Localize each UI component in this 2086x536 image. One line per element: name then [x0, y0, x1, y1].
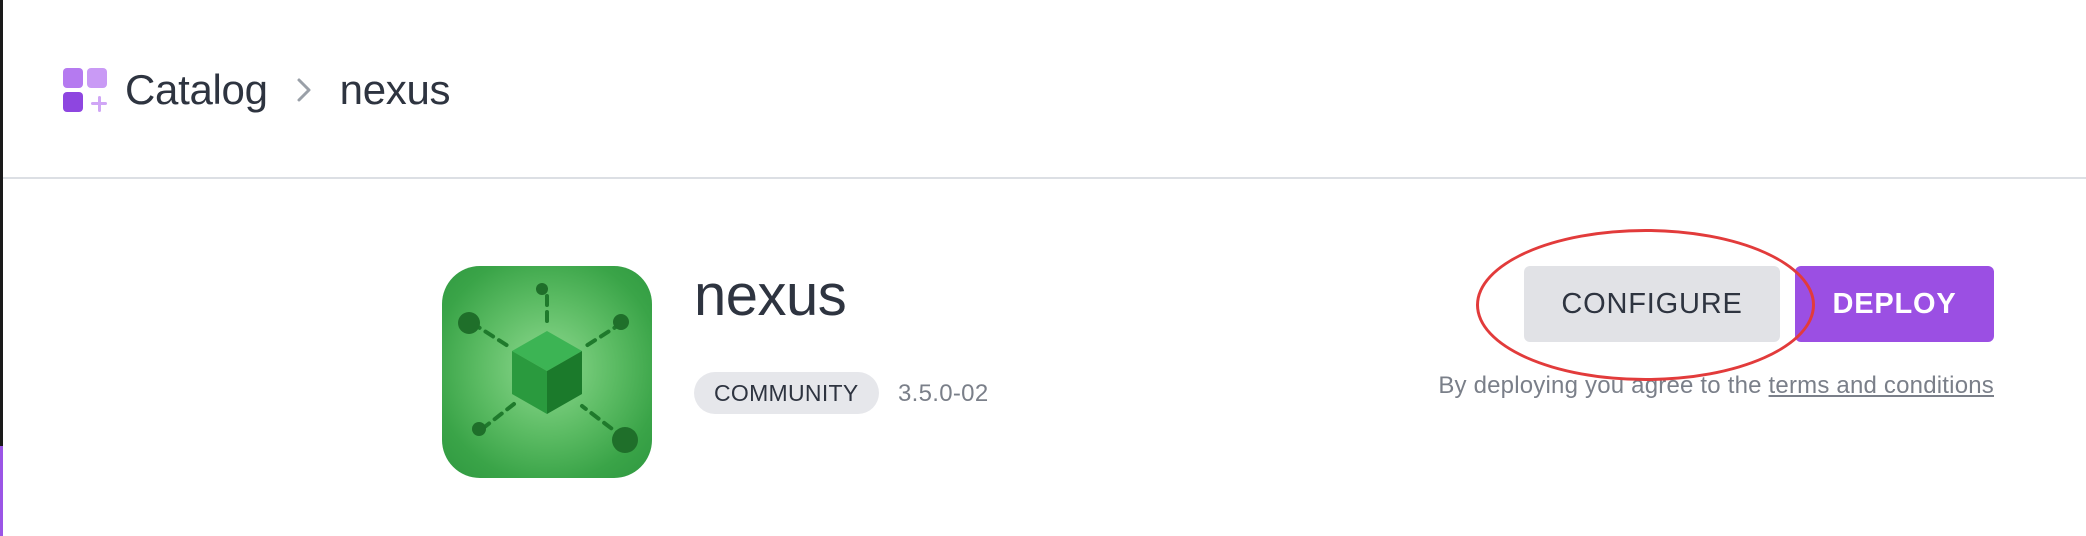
nexus-cube-icon — [442, 266, 652, 478]
page-header: Catalog nexus — [3, 0, 2086, 179]
agreement-prefix: By deploying you agree to the — [1438, 372, 1762, 399]
left-rail-active-indicator — [0, 446, 3, 536]
breadcrumb-catalog-link[interactable]: Catalog — [125, 66, 268, 114]
version-label: 3.5.0-02 — [898, 380, 989, 407]
terms-link[interactable]: terms and conditions — [1769, 372, 1994, 399]
agreement-text: By deploying you agree to the terms and … — [1438, 372, 1994, 400]
breadcrumb: Catalog nexus — [61, 65, 451, 115]
catalog-icon — [61, 66, 109, 114]
tier-badge: COMMUNITY — [694, 372, 879, 414]
chevron-right-icon — [290, 76, 318, 104]
breadcrumb-current: nexus — [339, 66, 451, 113]
deploy-button[interactable]: DEPLOY — [1795, 266, 1994, 342]
app-title: nexus — [694, 263, 847, 328]
configure-button[interactable]: CONFIGURE — [1524, 266, 1780, 342]
